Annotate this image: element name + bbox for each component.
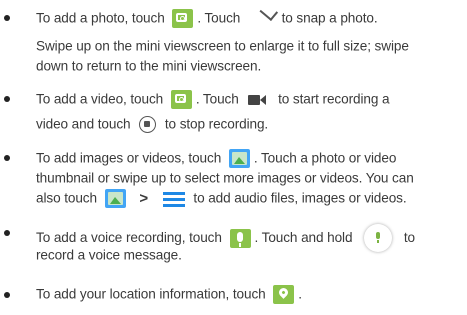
text-fragment: to start recording a — [278, 91, 390, 107]
text-line: To add a photo, touch . Touch to snap a … — [36, 9, 378, 28]
arrow-separator: > — [139, 189, 149, 207]
bullet — [4, 15, 10, 21]
bullet — [4, 292, 10, 298]
text-line: record a voice message. — [36, 246, 182, 264]
text-fragment: record a voice message. — [36, 247, 182, 263]
location-pin-icon — [273, 285, 295, 304]
text-line: down to return to the mini viewscreen. — [36, 57, 261, 75]
microphone-icon — [229, 228, 251, 248]
check-icon — [250, 12, 272, 26]
camera-icon — [170, 90, 192, 109]
text-fragment: . — [298, 286, 302, 302]
text-line: To add a video, touch . Touch to start r… — [36, 90, 390, 109]
gallery-icon — [104, 189, 126, 208]
gallery-icon — [228, 149, 250, 168]
text-line: Swipe up on the mini viewscreen to enlar… — [36, 37, 409, 55]
text-fragment: . Touch and hold — [254, 230, 353, 245]
text-fragment: Swipe up on the mini viewscreen to enlar… — [36, 38, 409, 54]
text-fragment: video and touch — [36, 116, 131, 132]
instruction-list: To add a photo, touch . Touch to snap a … — [0, 0, 467, 315]
text-fragment: . Touch a photo or video — [253, 150, 397, 166]
bullet — [4, 96, 10, 102]
microphone-hold-icon — [364, 224, 393, 252]
text-fragment: To add a video, touch — [36, 91, 164, 107]
bullet — [4, 155, 10, 161]
text-fragment: also touch — [36, 190, 97, 206]
text-line: thumbnail or swipe up to select more ima… — [36, 169, 414, 187]
text-line: also touch > to add audio files, images … — [36, 189, 407, 208]
bullet — [4, 230, 10, 236]
text-fragment: to add audio files, images or videos. — [193, 190, 407, 206]
camera-icon — [172, 9, 194, 28]
text-fragment: down to return to the mini viewscreen. — [36, 58, 262, 74]
text-line: To add images or videos, touch . Touch a… — [36, 149, 396, 168]
text-fragment: to — [403, 230, 415, 245]
text-fragment: To add images or videos, touch — [36, 150, 222, 166]
text-line: To add your location information, touch … — [36, 285, 302, 304]
text-fragment: . Touch — [195, 91, 239, 107]
text-fragment: To add a voice recording, touch — [36, 230, 222, 245]
text-fragment: to snap a photo. — [281, 10, 378, 26]
text-line: video and touch to stop recording. — [36, 115, 268, 133]
video-camera-icon — [248, 94, 268, 106]
menu-icon — [162, 191, 185, 207]
text-fragment: . Touch — [197, 10, 241, 26]
text-fragment: thumbnail or swipe up to select more ima… — [36, 170, 414, 186]
text-fragment: to stop recording. — [164, 116, 269, 132]
text-fragment: To add your location information, touch — [36, 286, 266, 302]
stop-record-icon — [139, 115, 157, 133]
text-fragment: To add a photo, touch — [36, 10, 165, 26]
